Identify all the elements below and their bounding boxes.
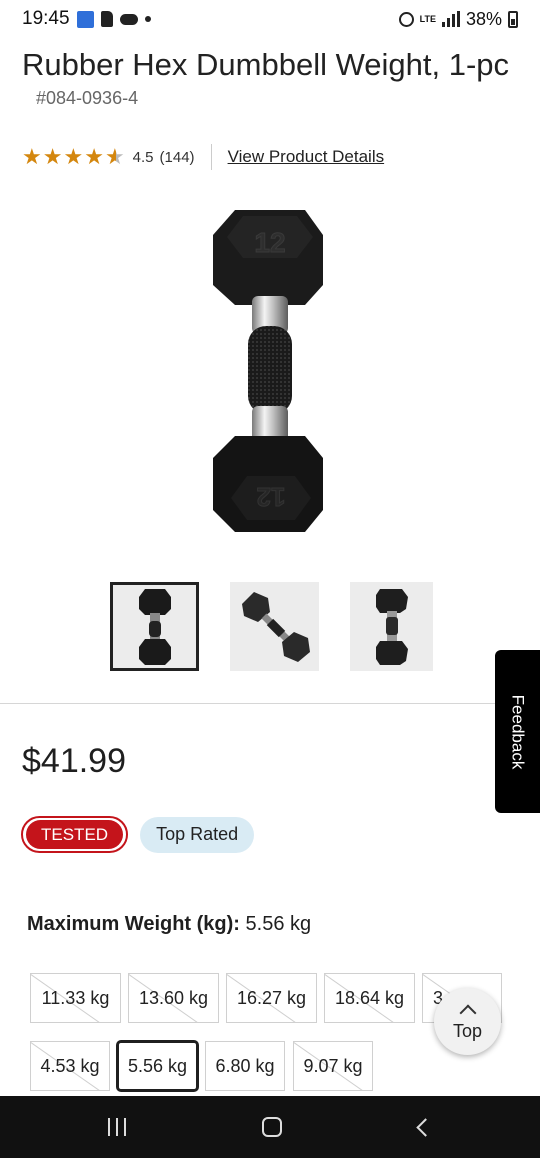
top-rated-badge[interactable]: Top Rated: [140, 816, 255, 853]
weight-option[interactable]: 4.53 kg: [30, 1041, 110, 1091]
status-bar: 19:45 LTE 38%: [0, 0, 540, 38]
thumbnail-angled[interactable]: [230, 582, 319, 671]
weight-option[interactable]: 11.33 kg: [30, 973, 121, 1023]
product-sku: #084-0936-4: [36, 88, 139, 108]
tested-badge-label: TESTED: [26, 820, 124, 849]
back-icon[interactable]: [416, 1117, 435, 1137]
weight-option[interactable]: 13.60 kg: [128, 973, 219, 1023]
weight-selector-label: Maximum Weight (kg): 5.56 kg: [27, 913, 311, 936]
chevron-up-icon: [459, 1004, 476, 1022]
app-notification-icon: [76, 10, 94, 28]
star-icon: ★: [63, 144, 84, 169]
notification-dot-icon: [144, 16, 151, 22]
thumbnail-side[interactable]: [350, 582, 433, 671]
product-price: $41.99: [22, 742, 126, 780]
dumbbell-image: 12 12: [213, 210, 323, 532]
recents-icon[interactable]: [108, 1118, 127, 1136]
back-to-top-button[interactable]: Top: [434, 988, 501, 1055]
rating-value: 4.5: [132, 148, 154, 166]
weight-option[interactable]: 16.27 kg: [226, 973, 317, 1023]
thumbnail-front[interactable]: [110, 582, 199, 671]
svg-text:12: 12: [254, 227, 285, 258]
status-time: 19:45: [22, 8, 70, 29]
weight-label-text: Maximum Weight (kg):: [27, 913, 240, 935]
weight-option[interactable]: 18.64 kg: [324, 973, 415, 1023]
tested-badge[interactable]: TESTED: [21, 816, 129, 853]
badges: TESTED Top Rated: [21, 816, 255, 853]
sd-card-icon: [100, 11, 113, 27]
review-count[interactable]: (144): [160, 149, 195, 166]
star-icon: ★: [42, 144, 63, 169]
dumbbell-thumbnail-image: [375, 588, 408, 665]
star-icon: ★: [84, 144, 104, 169]
feedback-label: Feedback: [508, 694, 528, 769]
system-nav-bar: [0, 1096, 540, 1158]
weight-option[interactable]: 6.80 kg: [205, 1041, 285, 1091]
alarm-icon: [398, 11, 414, 27]
back-to-top-label: Top: [452, 1021, 483, 1041]
home-icon[interactable]: [262, 1117, 283, 1137]
dumbbell-thumbnail-image: [138, 588, 171, 665]
section-divider: [0, 703, 540, 704]
lte-label: LTE: [419, 13, 436, 24]
half-star-icon: ★: [104, 144, 125, 169]
product-title: Rubber Hex Dumbbell Weight, 1-pc: [22, 47, 510, 82]
svg-text:12: 12: [257, 482, 286, 512]
view-product-details-link[interactable]: View Product Details: [228, 147, 385, 167]
weight-selected-value: 5.56 kg: [245, 913, 312, 935]
battery-icon: [508, 10, 518, 28]
product-main-image[interactable]: 12 12: [195, 200, 345, 540]
star-icon: ★: [22, 144, 42, 169]
dumbbell-thumbnail-image: [241, 591, 310, 662]
product-header: Rubber Hex Dumbbell Weight, 1-pc #084-09…: [22, 42, 522, 109]
weight-option-selected[interactable]: 5.56 kg: [116, 1040, 199, 1092]
battery-percent: 38%: [465, 8, 502, 29]
weight-option[interactable]: 9.07 kg: [293, 1041, 373, 1091]
cloud-icon: [119, 13, 138, 25]
feedback-tab[interactable]: Feedback: [495, 650, 540, 813]
rating-row: ★ ★ ★ ★ ★ 4.5 (144) View Product Details: [22, 143, 384, 171]
signal-icon: [441, 11, 460, 27]
star-rating[interactable]: ★ ★ ★ ★ ★: [22, 146, 125, 168]
thumbnail-strip: [110, 582, 433, 671]
divider: [210, 144, 212, 170]
